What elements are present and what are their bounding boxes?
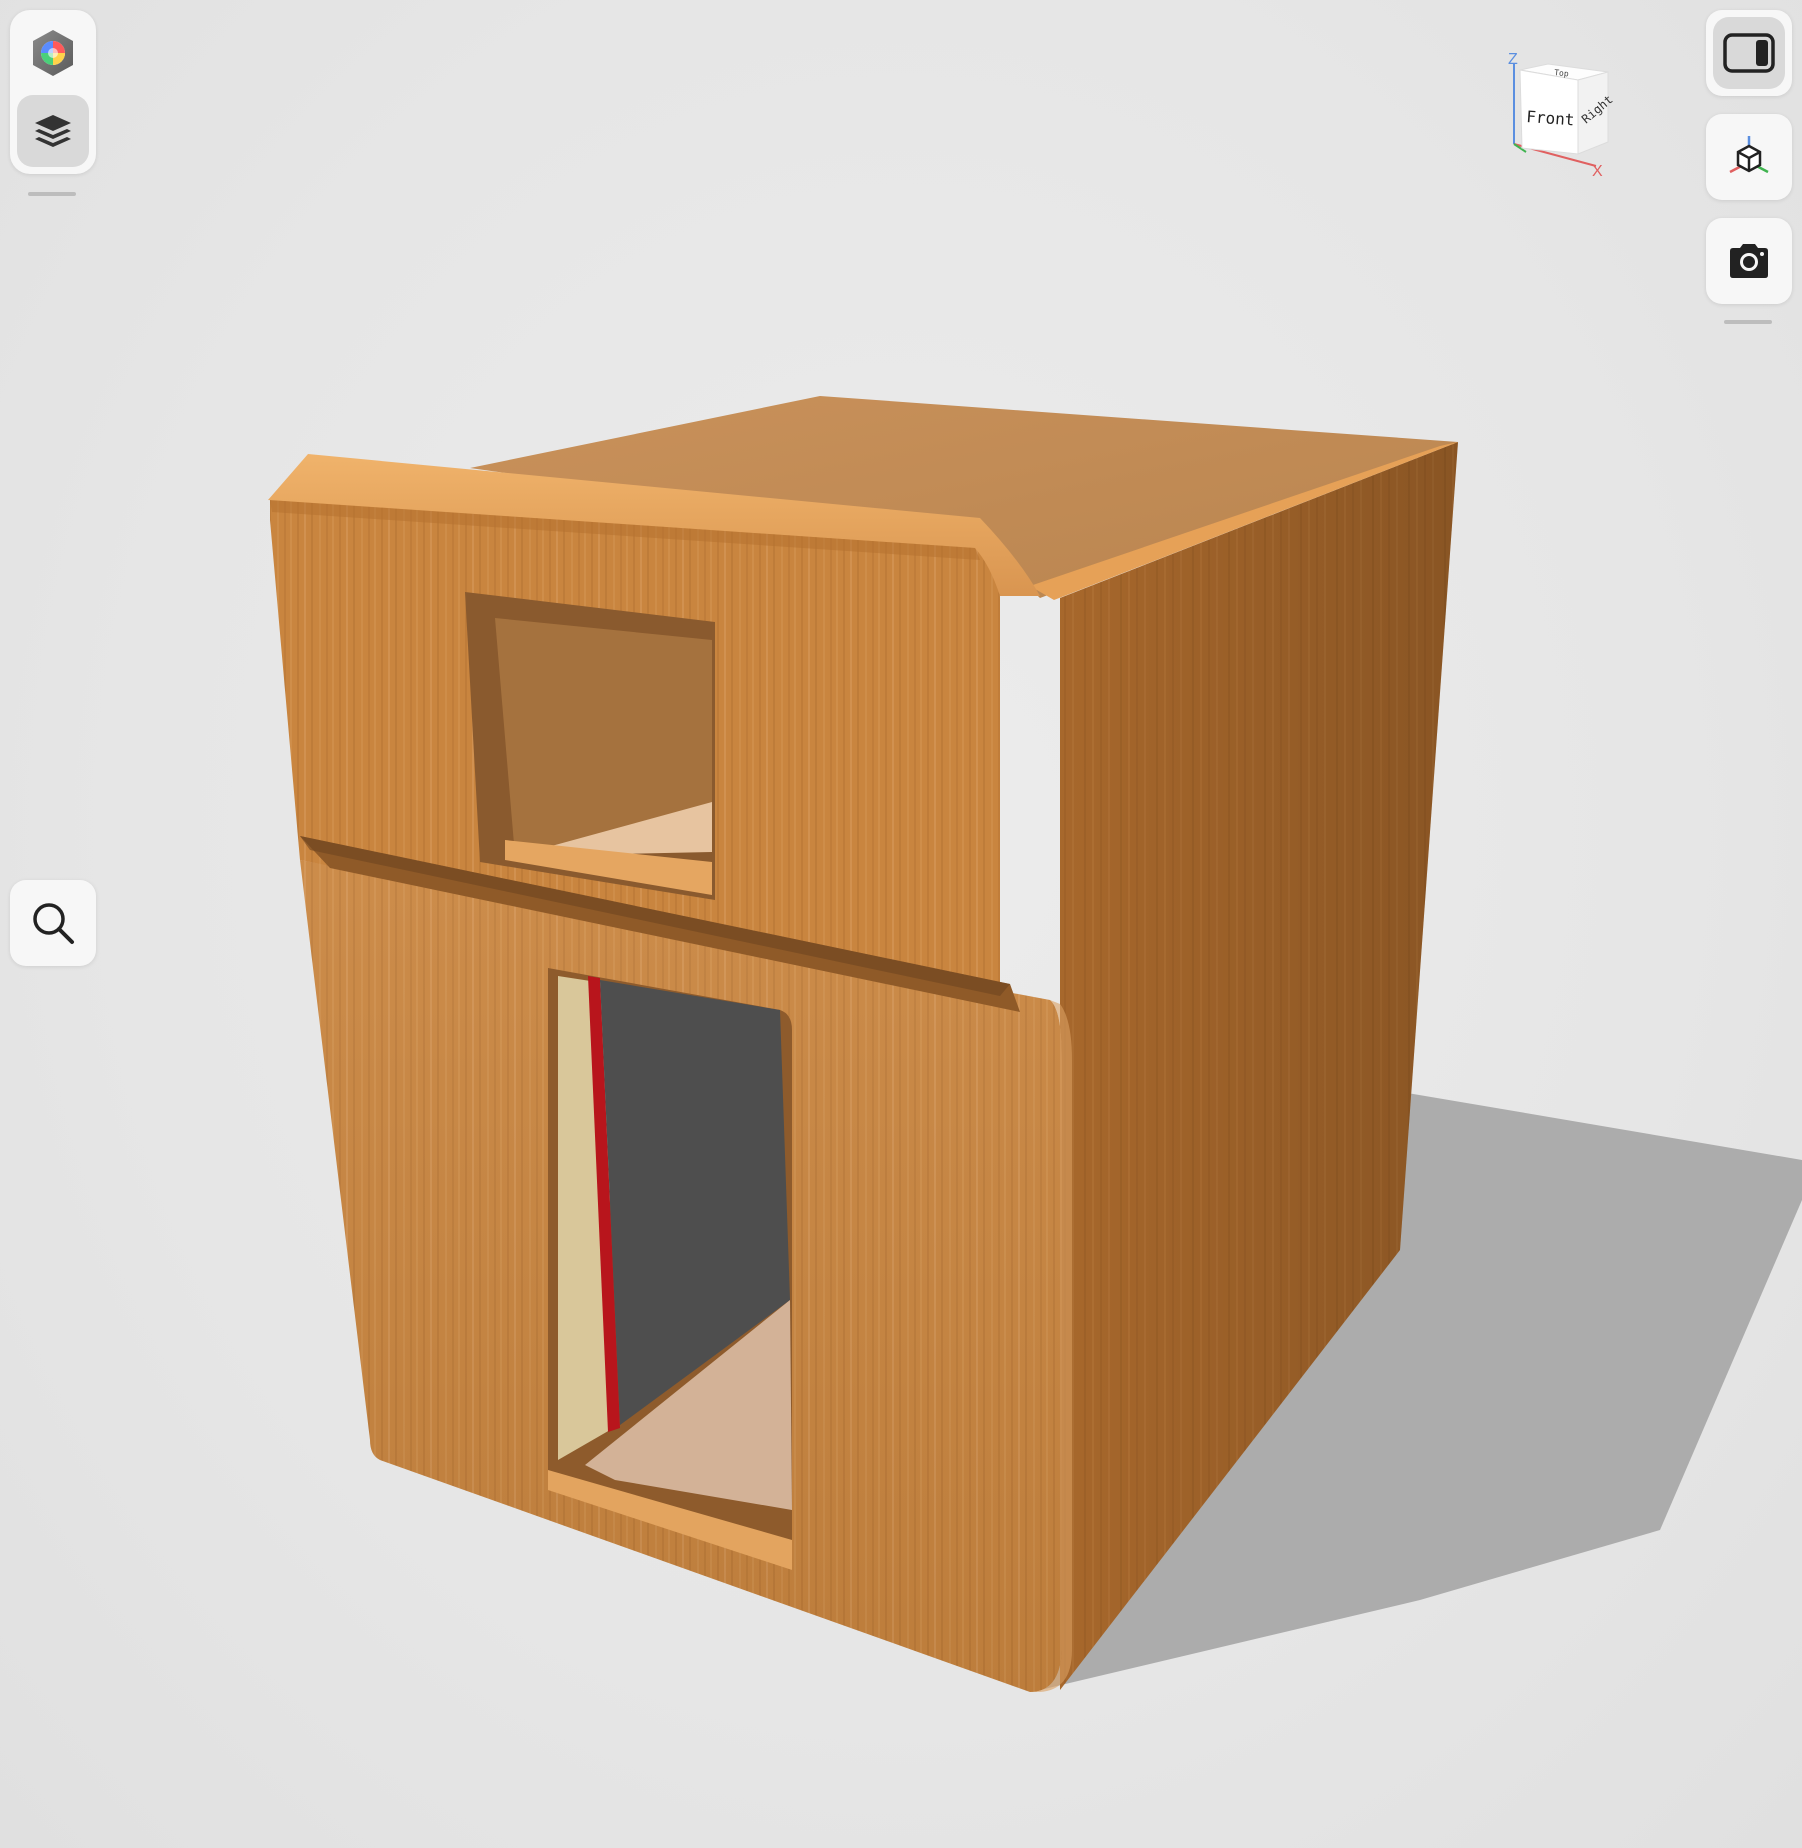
sidebar-toggle-icon (1723, 33, 1775, 73)
view-mode-button[interactable] (1706, 114, 1792, 200)
screenshot-button[interactable] (1706, 218, 1792, 304)
search-icon (33, 903, 74, 944)
axis-z-label: Z (1508, 51, 1518, 68)
3d-viewport[interactable] (0, 0, 1802, 1848)
left-toolbar (10, 10, 96, 174)
color-wheel-icon (33, 30, 73, 76)
view-cube[interactable]: Z X Top Front Right (1490, 44, 1630, 184)
axis-x-label: X (1592, 163, 1603, 180)
appearance-button[interactable] (17, 17, 89, 89)
left-toolbar-handle[interactable] (28, 192, 76, 196)
right-toolbar-handle[interactable] (1724, 320, 1772, 324)
layers-icon (35, 115, 71, 147)
panel-toggle-button[interactable] (1706, 10, 1792, 96)
view-cube-front-label: Front (1526, 107, 1575, 129)
camera-icon (1730, 244, 1768, 278)
layers-button[interactable] (17, 95, 89, 167)
view-cube-top-label: Top (1554, 68, 1569, 78)
3d-view-icon (1729, 136, 1769, 174)
search-button[interactable] (10, 880, 96, 966)
